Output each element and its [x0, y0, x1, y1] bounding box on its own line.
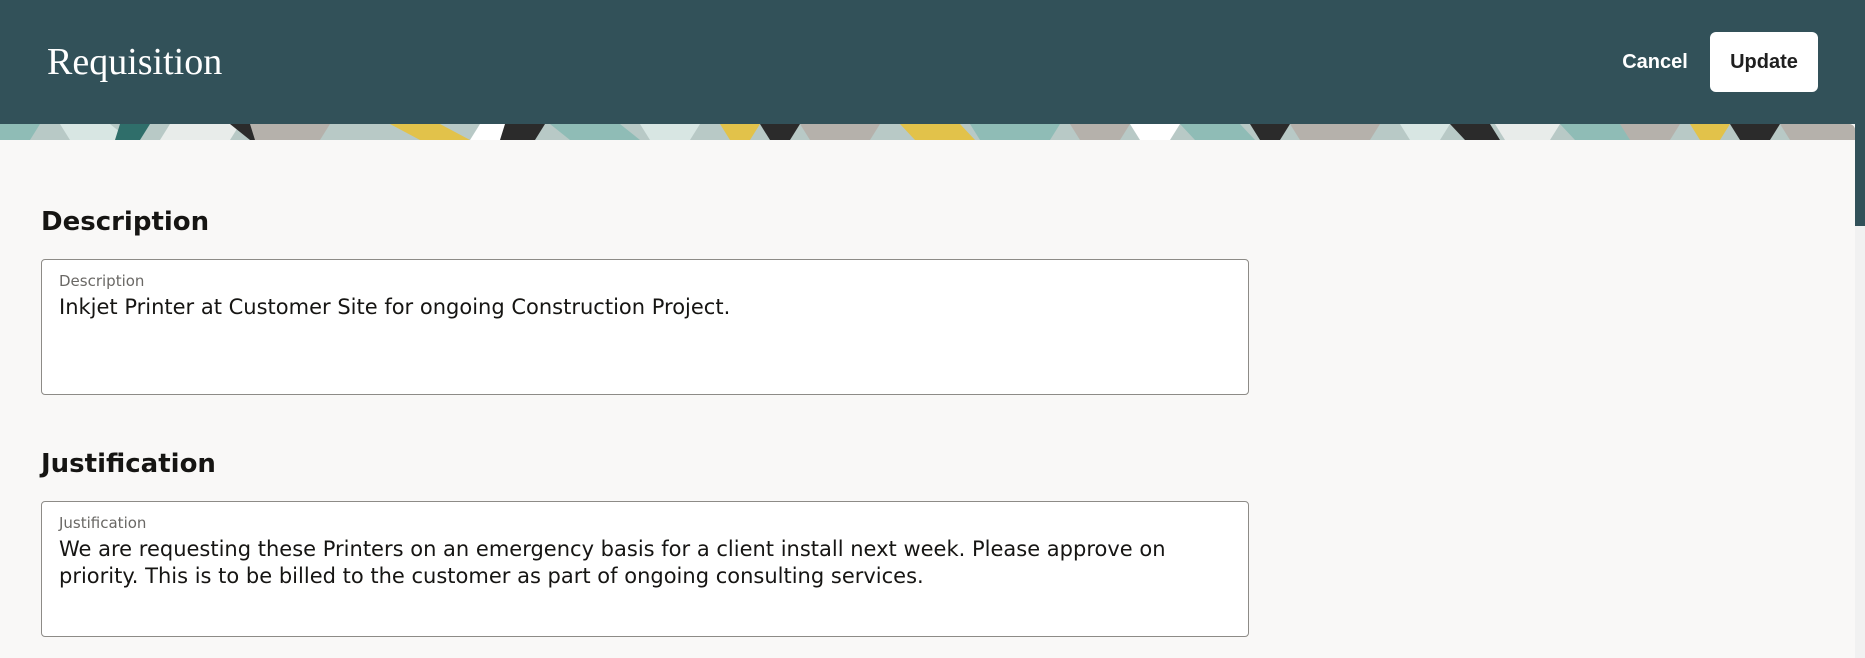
decorative-banner	[0, 124, 1855, 140]
header-bar: Requisition Cancel Update	[0, 0, 1865, 124]
justification-field-label: Justification	[59, 514, 147, 532]
description-field-label: Description	[59, 272, 145, 290]
update-button[interactable]: Update	[1710, 32, 1818, 92]
main-content: Description Description Inkjet Printer a…	[0, 140, 1855, 658]
description-heading: Description	[41, 207, 210, 237]
cancel-button[interactable]: Cancel	[1610, 38, 1700, 86]
justification-field-value[interactable]: We are requesting these Printers on an e…	[59, 536, 1239, 590]
page-title: Requisition	[47, 41, 223, 83]
scrollbar-thumb[interactable]	[1855, 124, 1865, 226]
banner-pattern-icon	[0, 124, 1855, 140]
description-field[interactable]: Description Inkjet Printer at Customer S…	[41, 259, 1249, 395]
justification-heading: Justification	[41, 449, 216, 479]
justification-field[interactable]: Justification We are requesting these Pr…	[41, 501, 1249, 637]
description-field-value[interactable]: Inkjet Printer at Customer Site for ongo…	[59, 294, 1239, 321]
